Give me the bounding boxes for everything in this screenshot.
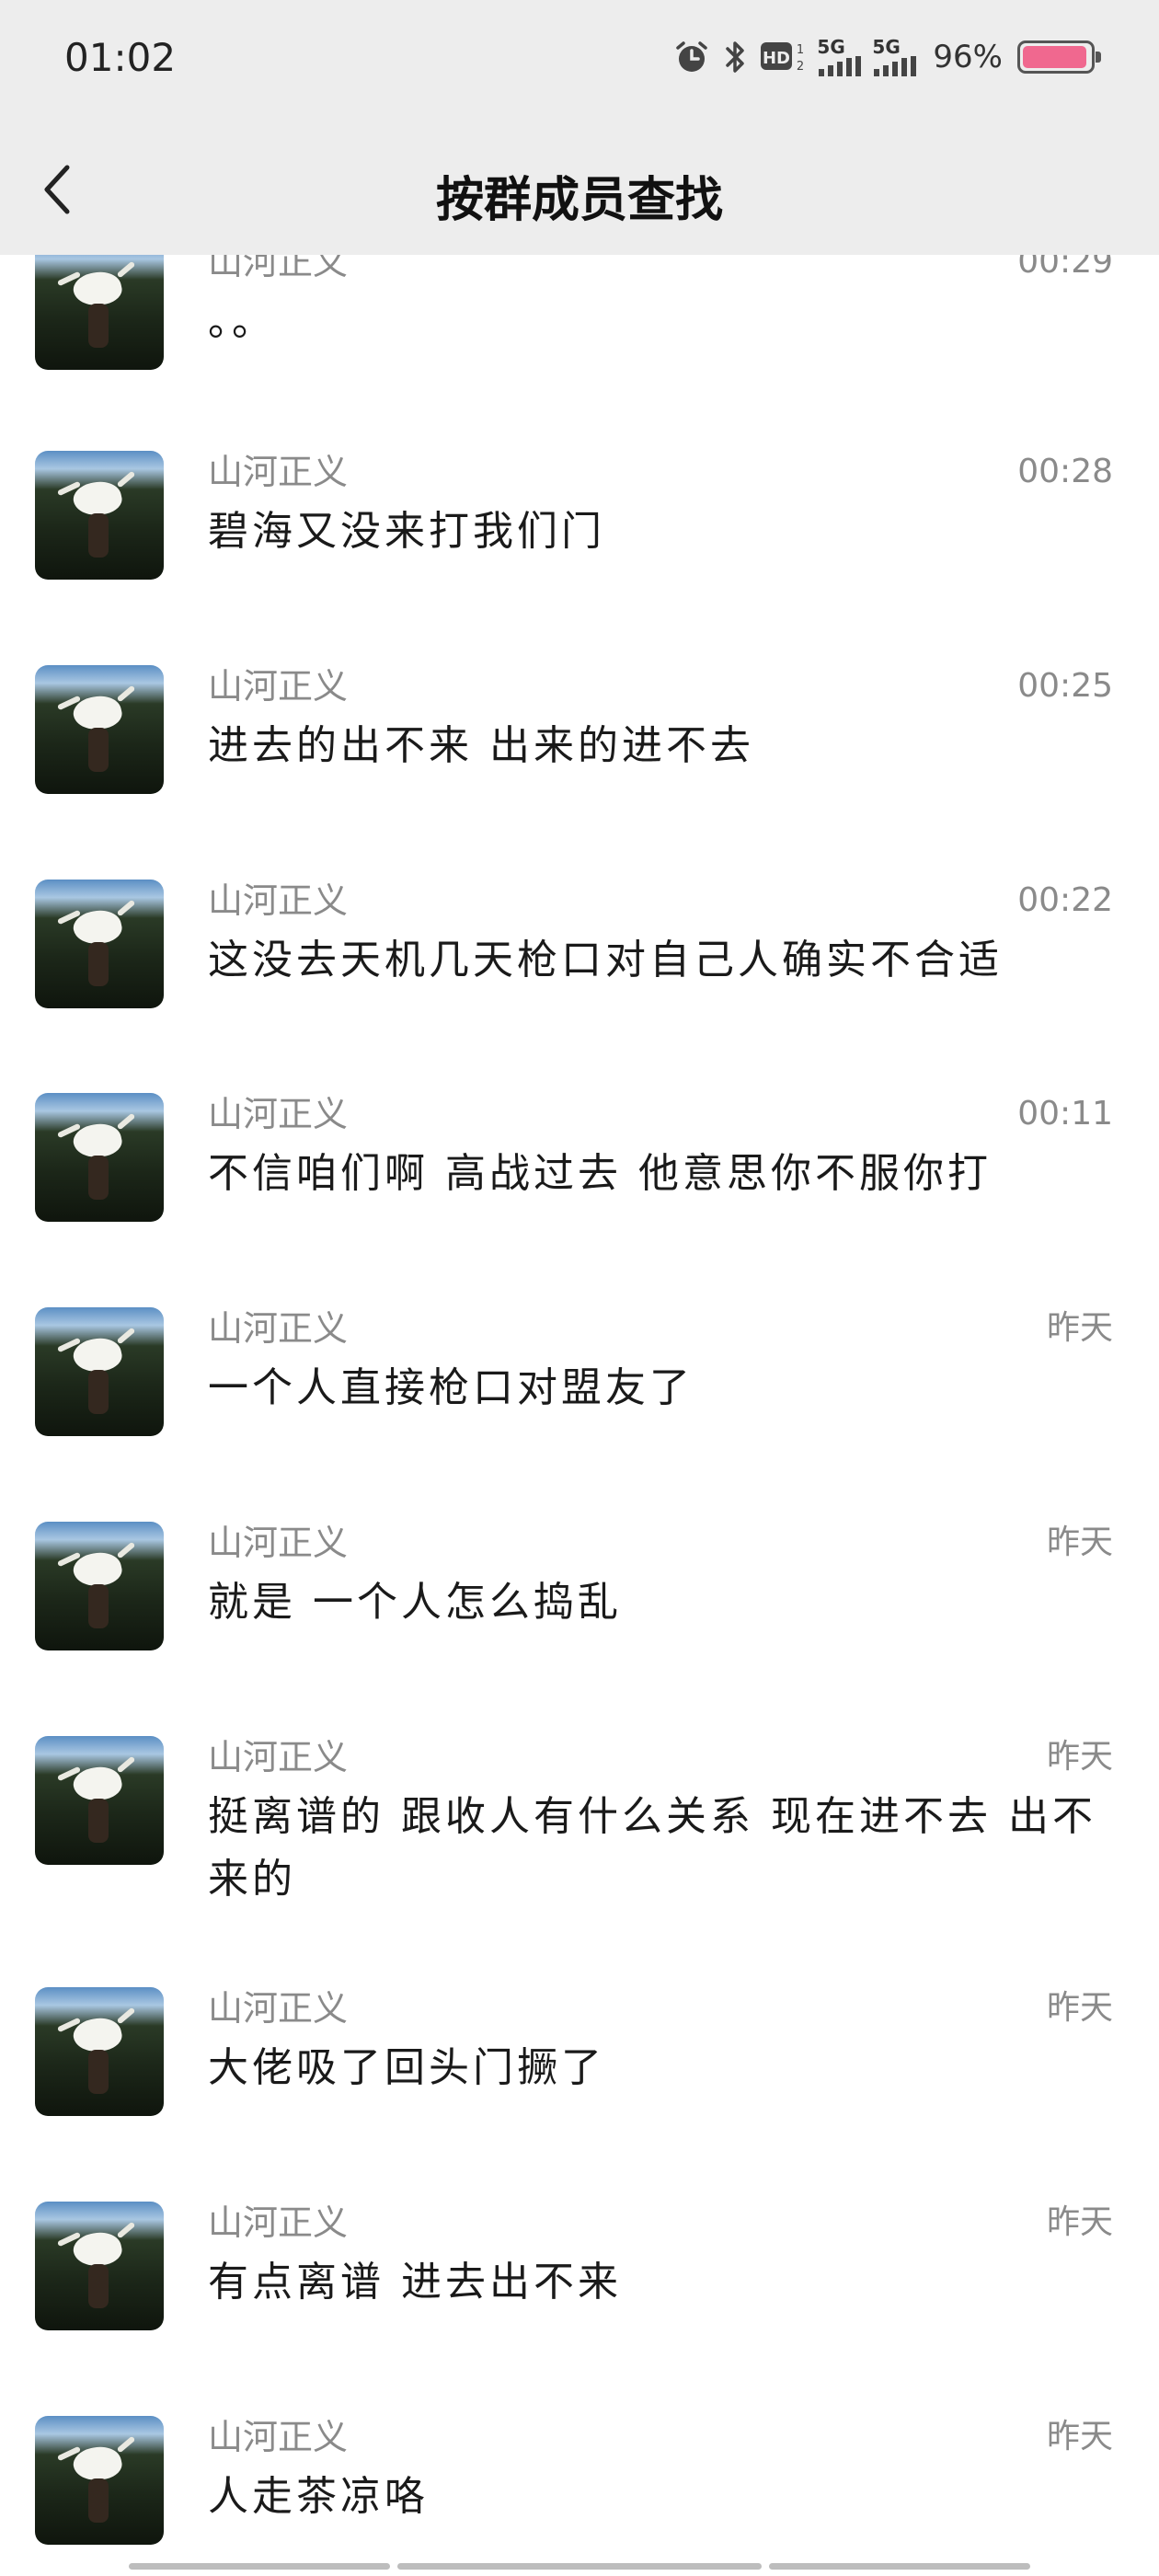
avatar[interactable]: [35, 451, 164, 580]
nav-bar: 按群成员查找: [0, 124, 1159, 255]
message-time: 昨天: [1046, 1989, 1113, 2027]
status-bar: 01:02 HD 1 2 5G 5G 96%: [0, 0, 1159, 124]
battery-fill: [1023, 46, 1086, 68]
message-text: 进去的出不来 出来的进不去: [208, 722, 754, 769]
message-text: 这没去天机几天枪口对自己人确实不合适: [208, 937, 1003, 983]
sender-name: 山河正义: [208, 666, 349, 707]
scroll-indicator: [129, 2563, 390, 2570]
message-text: 有点离谱 进去出不来: [208, 2259, 622, 2306]
avatar[interactable]: [35, 1307, 164, 1436]
sender-name: 山河正义: [208, 880, 349, 921]
message-text: 不信咱们啊 高战过去 他意思你不服你打: [208, 1150, 992, 1197]
alarm-icon: [673, 37, 710, 77]
network-type-1: 5G: [817, 36, 845, 58]
status-time: 01:02: [64, 35, 177, 80]
avatar[interactable]: [35, 1987, 164, 2116]
signal-5g-icon: 5G: [872, 37, 918, 77]
battery-icon: [1017, 40, 1101, 74]
sender-name: 山河正义: [208, 1094, 349, 1134]
sender-name: 山河正义: [208, 1988, 349, 2029]
network-type-2: 5G: [872, 36, 901, 58]
message-text: 碧海又没来打我们门: [208, 508, 605, 555]
avatar[interactable]: [35, 1736, 164, 1865]
message-time: 昨天: [1046, 2203, 1113, 2241]
message-time: 00:25: [1017, 667, 1113, 705]
sender-name: 山河正义: [208, 1308, 349, 1349]
screen: 山河正义 00:29 。。 山河正义 00:28 碧海又没来打我们门 山河正义 …: [0, 0, 1159, 2576]
sender-name: 山河正义: [208, 452, 349, 492]
message-time: 昨天: [1046, 1309, 1113, 1347]
svg-text:1: 1: [797, 43, 804, 57]
avatar[interactable]: [35, 2202, 164, 2330]
message-time: 昨天: [1046, 1524, 1113, 1561]
sender-name: 山河正义: [208, 1737, 349, 1777]
message-text: 一个人直接枪口对盟友了: [208, 1364, 694, 1411]
svg-text:2: 2: [797, 60, 804, 74]
scroll-indicator: [769, 2563, 1030, 2570]
avatar[interactable]: [35, 880, 164, 1008]
scroll-indicator: [397, 2563, 762, 2570]
avatar[interactable]: [35, 1522, 164, 1650]
avatar[interactable]: [35, 241, 164, 370]
message-text: 。。: [208, 298, 276, 345]
avatar[interactable]: [35, 2416, 164, 2545]
sender-name: 山河正义: [208, 1523, 349, 1563]
hd-icon: HD 1 2: [760, 37, 808, 77]
status-icons: HD 1 2 5G 5G 96%: [673, 37, 1101, 77]
signal-5g-icon: 5G: [817, 37, 863, 77]
avatar[interactable]: [35, 665, 164, 794]
bluetooth-icon: [719, 37, 751, 77]
message-text: 就是 一个人怎么捣乱: [208, 1579, 622, 1626]
hd-label: HD: [763, 49, 790, 68]
sender-name: 山河正义: [208, 2202, 349, 2243]
message-time: 00:28: [1017, 453, 1113, 490]
message-time: 昨天: [1046, 2418, 1113, 2455]
page-title: 按群成员查找: [435, 173, 723, 228]
message-text: 人走茶凉咯: [208, 2473, 429, 2520]
message-text: 挺离谱的 跟收人有什么关系 现在进不去 出不来的: [208, 1793, 1096, 1903]
message-text: 大佬吸了回头门撅了: [208, 2044, 605, 2091]
battery-percent: 96%: [933, 39, 1003, 75]
sender-name: 山河正义: [208, 2417, 349, 2457]
avatar[interactable]: [35, 1093, 164, 1222]
message-time: 00:22: [1017, 881, 1113, 919]
message-time: 昨天: [1046, 1738, 1113, 1776]
message-time: 00:11: [1017, 1095, 1113, 1133]
